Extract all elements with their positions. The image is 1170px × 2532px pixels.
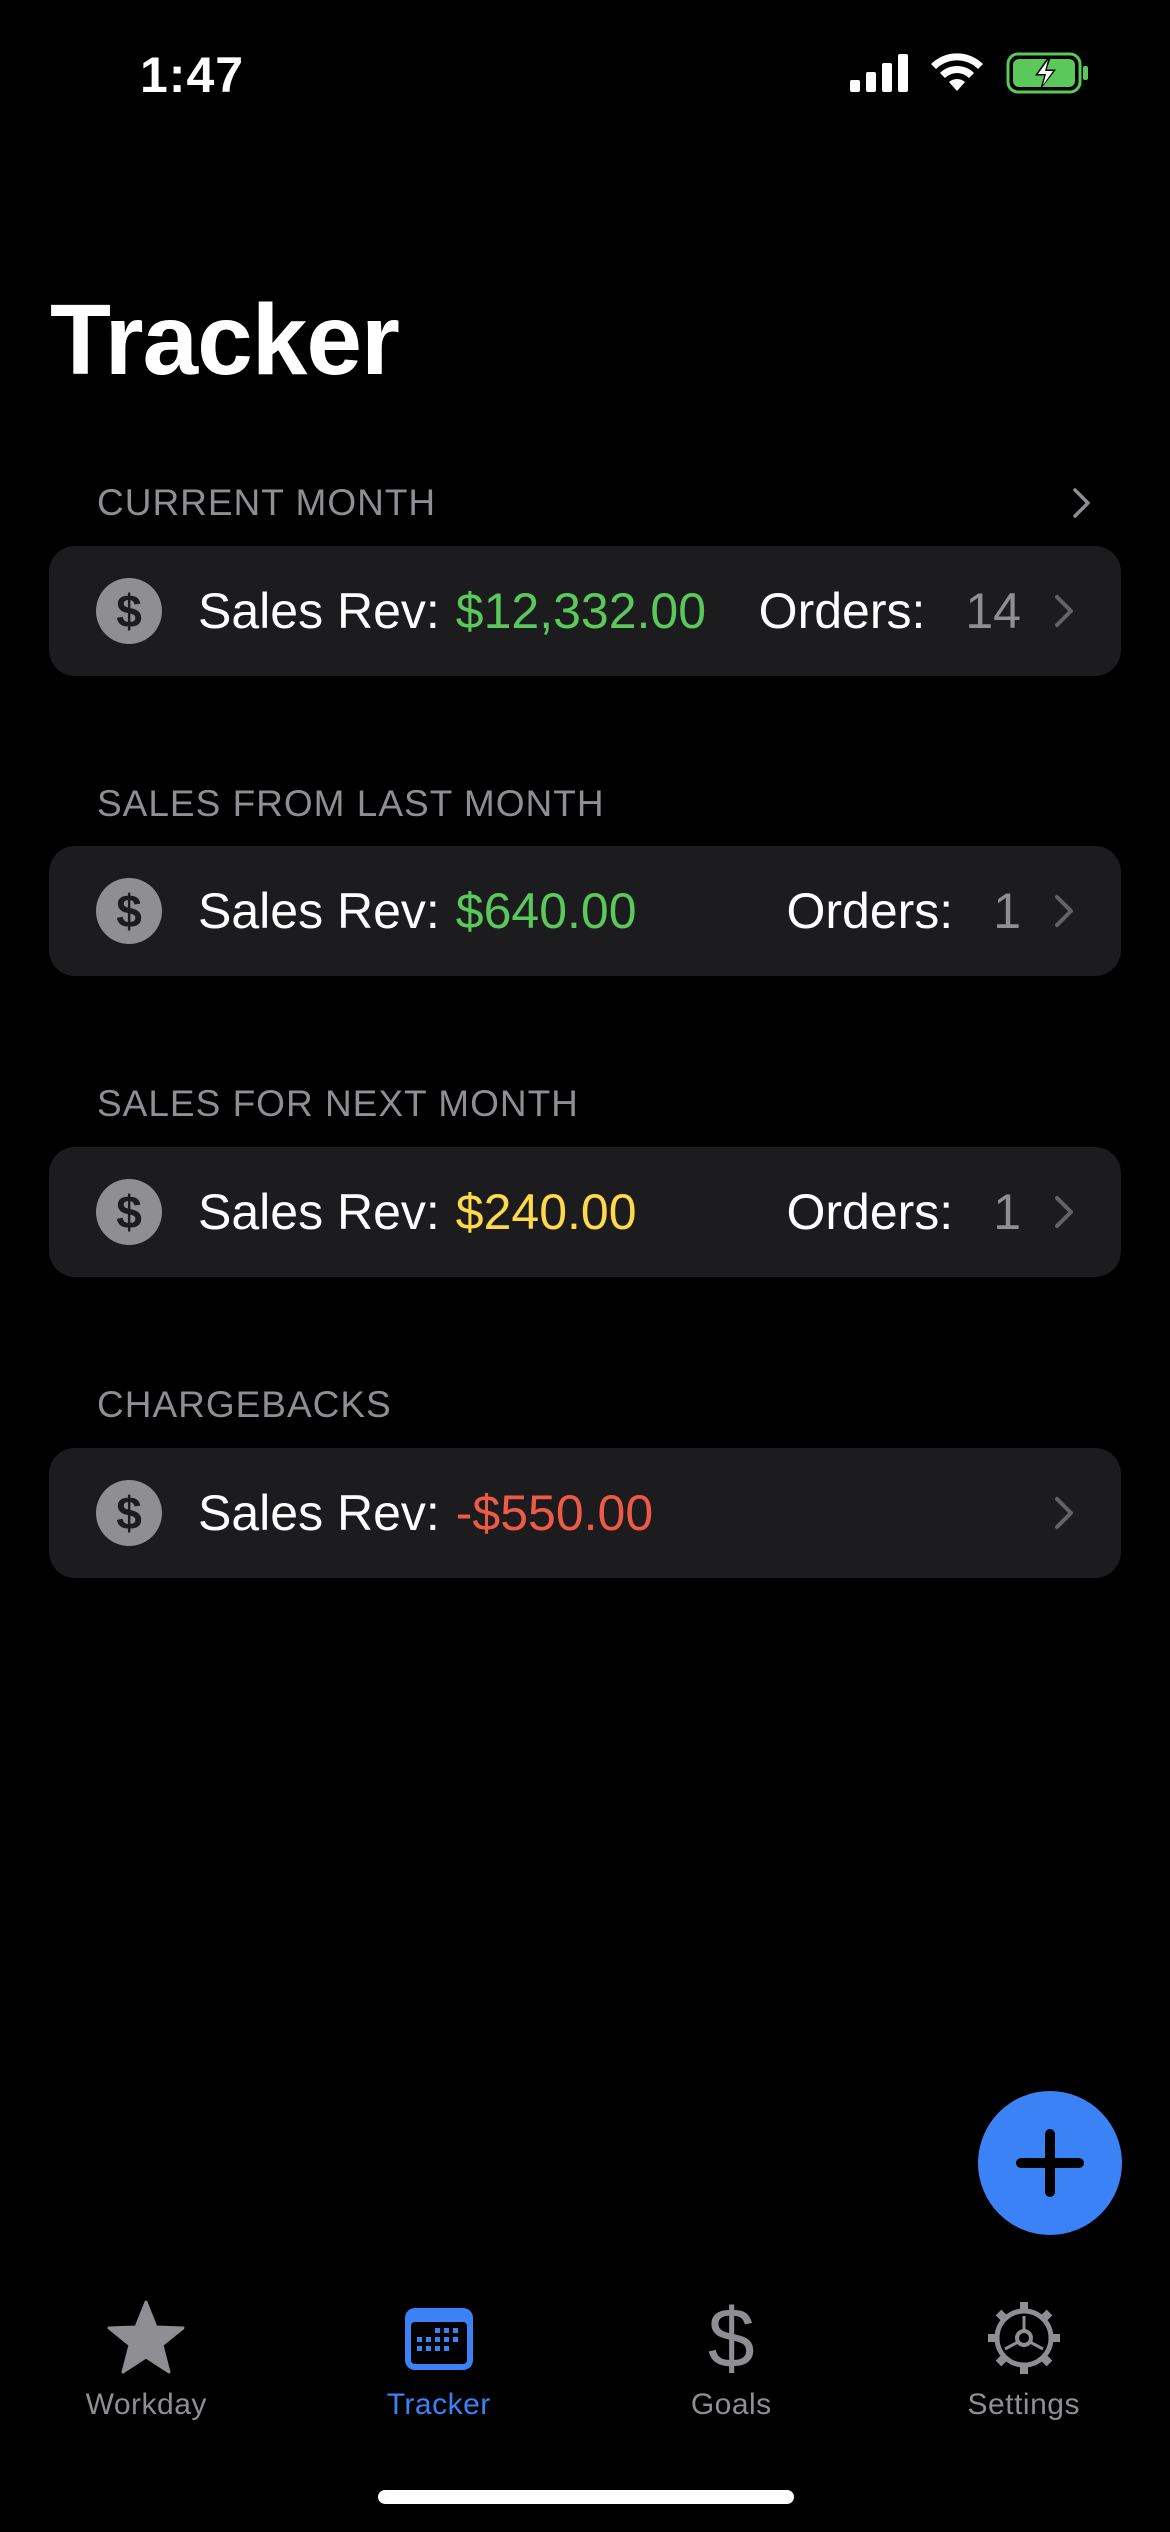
tab-label: Tracker — [386, 2388, 491, 2421]
cellular-signal-icon — [850, 54, 908, 92]
section-header-label: SALES FOR NEXT MONTH — [97, 1083, 579, 1124]
battery-charging-icon — [1006, 52, 1088, 94]
dollar-circle-icon: $ — [96, 878, 162, 944]
tab-bar: Workday Tracker $ Goals Settings — [0, 2280, 1170, 2430]
tab-label: Workday — [85, 2388, 207, 2421]
tab-workday[interactable]: Workday — [0, 2280, 293, 2430]
dollar-icon: $ — [707, 2291, 755, 2385]
orders-count: 1 — [993, 1184, 1021, 1240]
last-month-row[interactable]: $ Sales Rev: $640.00 Orders: 1 — [49, 846, 1121, 976]
orders-label: Orders: — [786, 883, 954, 939]
home-indicator — [378, 2490, 794, 2504]
plus-icon — [1016, 2129, 1084, 2197]
sales-rev-value: $640.00 — [455, 883, 637, 939]
section-header-last-month: SALES FROM LAST MONTH — [97, 779, 1120, 829]
orders-count: 1 — [993, 883, 1021, 939]
chevron-right-icon — [1055, 595, 1073, 627]
tab-label: Goals — [690, 2388, 772, 2421]
sales-rev-value: -$550.00 — [455, 1485, 654, 1541]
chevron-right-icon[interactable] — [1064, 486, 1098, 520]
sales-rev-label: Sales Rev: — [198, 1485, 440, 1541]
orders-label: Orders: — [786, 1184, 954, 1240]
sales-rev-value: $240.00 — [455, 1184, 637, 1240]
page-title: Tracker — [50, 284, 400, 396]
tab-label: Settings — [967, 2388, 1080, 2421]
sales-rev-label: Sales Rev: — [198, 883, 440, 939]
sales-rev-label: Sales Rev: — [198, 583, 440, 639]
orders-label: Orders: — [758, 583, 926, 639]
sales-rev-label: Sales Rev: — [198, 1184, 440, 1240]
next-month-row[interactable]: $ Sales Rev: $240.00 Orders: 1 — [49, 1147, 1121, 1277]
chargebacks-row[interactable]: $ Sales Rev: -$550.00 — [49, 1448, 1121, 1578]
gear-icon — [987, 2302, 1060, 2374]
tab-settings[interactable]: Settings — [878, 2280, 1170, 2430]
add-button[interactable] — [978, 2091, 1122, 2235]
sales-rev-value: $12,332.00 — [455, 583, 707, 639]
star-icon — [107, 2300, 185, 2374]
section-header-label: CURRENT MONTH — [97, 482, 437, 523]
calendar-icon — [404, 2308, 473, 2370]
section-header-chargebacks: CHARGEBACKS — [97, 1380, 1120, 1430]
section-header-current-month[interactable]: CURRENT MONTH — [97, 478, 1120, 528]
tab-tracker[interactable]: Tracker — [293, 2280, 586, 2430]
status-icons — [850, 52, 1090, 94]
dollar-circle-icon: $ — [96, 1179, 162, 1245]
tab-goals[interactable]: $ Goals — [585, 2280, 878, 2430]
dollar-circle-icon: $ — [96, 578, 162, 644]
wifi-icon — [931, 53, 983, 91]
current-month-row[interactable]: $ Sales Rev: $12,332.00 Orders: 14 — [49, 546, 1121, 676]
status-bar: 1:47 — [0, 0, 1170, 150]
chevron-right-icon — [1055, 1497, 1073, 1529]
dollar-circle-icon: $ — [96, 1480, 162, 1546]
status-time: 1:47 — [140, 47, 245, 103]
chevron-right-icon — [1055, 895, 1073, 927]
section-header-label: SALES FROM LAST MONTH — [97, 783, 605, 824]
orders-count: 14 — [965, 583, 1021, 639]
section-header-label: CHARGEBACKS — [97, 1384, 392, 1425]
chevron-right-icon — [1055, 1196, 1073, 1228]
section-header-next-month: SALES FOR NEXT MONTH — [97, 1079, 1120, 1129]
